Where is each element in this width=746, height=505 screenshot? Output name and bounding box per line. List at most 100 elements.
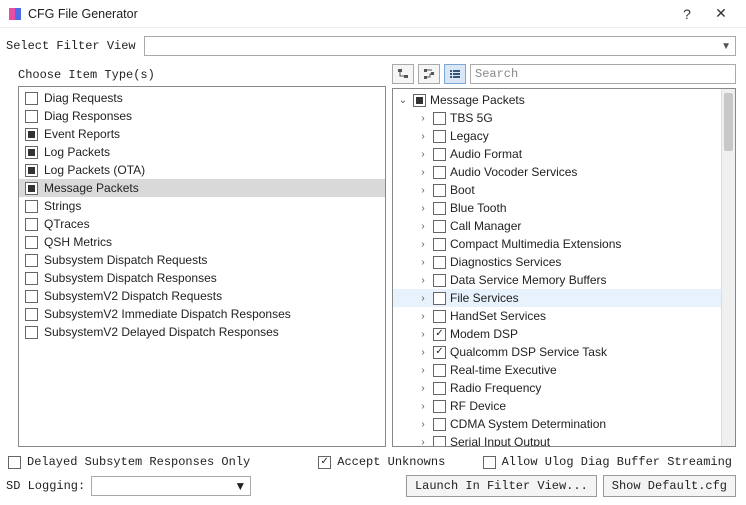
filter-combo[interactable]: ▼ — [144, 36, 736, 56]
tree-checkbox[interactable] — [433, 274, 446, 287]
item-type-row[interactable]: SubsystemV2 Delayed Dispatch Responses — [19, 323, 385, 341]
item-type-row[interactable]: SubsystemV2 Immediate Dispatch Responses — [19, 305, 385, 323]
tree-checkbox[interactable] — [433, 364, 446, 377]
help-button[interactable]: ? — [670, 2, 704, 26]
tree-checkbox[interactable] — [433, 328, 446, 341]
tree-item[interactable]: ›Modem DSP — [393, 325, 721, 343]
tree-checkbox[interactable] — [433, 202, 446, 215]
tree-item[interactable]: ›Serial Input Output — [393, 433, 721, 446]
expander-icon[interactable]: › — [417, 149, 429, 160]
item-type-row[interactable]: Message Packets — [19, 179, 385, 197]
item-type-row[interactable]: Diag Requests — [19, 89, 385, 107]
tree-checkbox[interactable] — [433, 436, 446, 447]
item-type-checkbox[interactable] — [25, 308, 38, 321]
expander-icon[interactable]: › — [417, 347, 429, 358]
tree-item[interactable]: ›Data Service Memory Buffers — [393, 271, 721, 289]
item-type-row[interactable]: Strings — [19, 197, 385, 215]
item-type-checkbox[interactable] — [25, 254, 38, 267]
expander-icon[interactable]: › — [417, 437, 429, 447]
tree-item[interactable]: ›HandSet Services — [393, 307, 721, 325]
tree-checkbox[interactable] — [433, 166, 446, 179]
toolbar-list-button[interactable] — [444, 64, 466, 84]
expander-icon[interactable]: › — [417, 311, 429, 322]
item-type-checkbox[interactable] — [25, 182, 38, 195]
tree-scrollbar[interactable] — [721, 89, 735, 446]
allow-checkbox[interactable] — [483, 456, 496, 469]
accept-checkbox[interactable] — [318, 456, 331, 469]
tree-item[interactable]: ›Compact Multimedia Extensions — [393, 235, 721, 253]
expander-icon[interactable]: › — [417, 221, 429, 232]
tree-checkbox[interactable] — [433, 292, 446, 305]
item-type-checkbox[interactable] — [25, 326, 38, 339]
tree-item[interactable]: ›RF Device — [393, 397, 721, 415]
close-button[interactable]: ✕ — [704, 2, 738, 26]
expander-icon[interactable]: › — [417, 203, 429, 214]
tree-item[interactable]: ›Radio Frequency — [393, 379, 721, 397]
tree-item[interactable]: ›Qualcomm DSP Service Task — [393, 343, 721, 361]
expander-icon[interactable]: › — [417, 329, 429, 340]
tree-checkbox[interactable] — [433, 238, 446, 251]
tree-item[interactable]: ›Audio Vocoder Services — [393, 163, 721, 181]
expander-icon[interactable]: › — [417, 365, 429, 376]
expander-icon[interactable]: › — [417, 167, 429, 178]
tree-item[interactable]: ›Blue Tooth — [393, 199, 721, 217]
tree-checkbox[interactable] — [413, 94, 426, 107]
item-type-row[interactable]: Log Packets — [19, 143, 385, 161]
toolbar-tree-button[interactable] — [392, 64, 414, 84]
expander-icon[interactable]: › — [417, 239, 429, 250]
expander-icon[interactable]: ⌄ — [397, 95, 409, 106]
launch-button[interactable]: Launch In Filter View... — [406, 475, 597, 497]
item-type-checkbox[interactable] — [25, 128, 38, 141]
expander-icon[interactable]: › — [417, 419, 429, 430]
tree-root[interactable]: ⌄Message Packets — [393, 91, 721, 109]
item-type-checkbox[interactable] — [25, 236, 38, 249]
tree-checkbox[interactable] — [433, 346, 446, 359]
tree-item[interactable]: ›Boot — [393, 181, 721, 199]
item-type-checkbox[interactable] — [25, 200, 38, 213]
item-type-row[interactable]: QTraces — [19, 215, 385, 233]
item-type-row[interactable]: Log Packets (OTA) — [19, 161, 385, 179]
tree-checkbox[interactable] — [433, 418, 446, 431]
item-type-checkbox[interactable] — [25, 290, 38, 303]
toolbar-tree2-button[interactable] — [418, 64, 440, 84]
item-type-checkbox[interactable] — [25, 110, 38, 123]
tree-checkbox[interactable] — [433, 130, 446, 143]
tree-item[interactable]: ›TBS 5G — [393, 109, 721, 127]
item-type-checkbox[interactable] — [25, 218, 38, 231]
tree-checkbox[interactable] — [433, 256, 446, 269]
expander-icon[interactable]: › — [417, 383, 429, 394]
expander-icon[interactable]: › — [417, 293, 429, 304]
search-input[interactable]: Search — [470, 64, 736, 84]
expander-icon[interactable]: › — [417, 113, 429, 124]
expander-icon[interactable]: › — [417, 257, 429, 268]
tree-item[interactable]: ›CDMA System Determination — [393, 415, 721, 433]
expander-icon[interactable]: › — [417, 401, 429, 412]
sd-logging-combo[interactable]: ▼ — [91, 476, 251, 496]
tree-checkbox[interactable] — [433, 148, 446, 161]
tree-item[interactable]: ›Real-time Executive — [393, 361, 721, 379]
expander-icon[interactable]: › — [417, 275, 429, 286]
tree-item[interactable]: ›Call Manager — [393, 217, 721, 235]
tree-item[interactable]: ›Legacy — [393, 127, 721, 145]
tree-checkbox[interactable] — [433, 220, 446, 233]
item-types-list[interactable]: Diag RequestsDiag ResponsesEvent Reports… — [18, 86, 386, 447]
item-type-checkbox[interactable] — [25, 146, 38, 159]
scrollbar-thumb[interactable] — [724, 93, 733, 151]
tree-checkbox[interactable] — [433, 400, 446, 413]
tree-item[interactable]: ›Audio Format — [393, 145, 721, 163]
item-type-checkbox[interactable] — [25, 164, 38, 177]
message-tree[interactable]: ⌄Message Packets›TBS 5G›Legacy›Audio For… — [393, 89, 721, 446]
item-type-row[interactable]: Diag Responses — [19, 107, 385, 125]
expander-icon[interactable]: › — [417, 185, 429, 196]
item-type-checkbox[interactable] — [25, 92, 38, 105]
tree-checkbox[interactable] — [433, 112, 446, 125]
show-default-button[interactable]: Show Default.cfg — [603, 475, 736, 497]
item-type-row[interactable]: QSH Metrics — [19, 233, 385, 251]
expander-icon[interactable]: › — [417, 131, 429, 142]
tree-checkbox[interactable] — [433, 310, 446, 323]
item-type-checkbox[interactable] — [25, 272, 38, 285]
tree-checkbox[interactable] — [433, 184, 446, 197]
item-type-row[interactable]: Subsystem Dispatch Requests — [19, 251, 385, 269]
tree-checkbox[interactable] — [433, 382, 446, 395]
tree-item[interactable]: ›Diagnostics Services — [393, 253, 721, 271]
